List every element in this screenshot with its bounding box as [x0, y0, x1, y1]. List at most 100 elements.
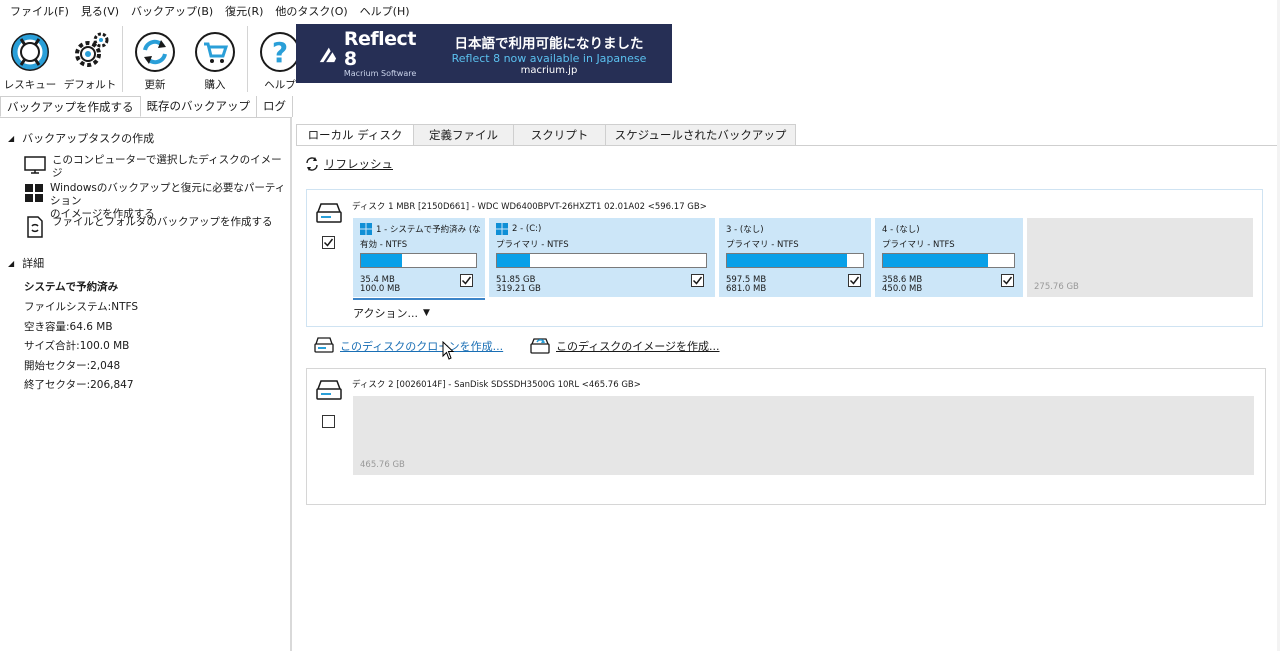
collapse-triangle-icon: ◢	[8, 258, 15, 268]
left-panel: ◢ バックアップタスクの作成 このコンピューターで選択したディスクのイメージ W…	[0, 118, 292, 651]
checkmark-icon	[849, 276, 860, 285]
monitor-icon	[24, 154, 46, 176]
reflect-logo-icon	[319, 47, 337, 62]
banner-brand-sub: Macrium Software	[343, 69, 417, 78]
partition-1-selected-indicator	[353, 298, 485, 300]
image-disk-link[interactable]: このディスクのイメージを作成...	[529, 336, 720, 356]
partition-3-usage-fill	[727, 254, 847, 267]
toolbar-separator	[122, 26, 123, 92]
partition-2-usage-bar	[496, 253, 707, 268]
disk-1-unallocated-size: 275.76 GB	[1034, 282, 1079, 292]
svg-text:?: ?	[272, 36, 288, 69]
promo-banner[interactable]: Reflect 8 Macrium Software 日本語で利用可能になりまし…	[296, 24, 672, 83]
tab-local-disk[interactable]: ローカル ディスク	[296, 124, 414, 146]
disk-1-panel[interactable]: ディスク 1 MBR [2150D661] - WDC WD6400BPVT-2…	[306, 189, 1263, 327]
hard-disk-icon	[316, 380, 342, 400]
tab-divider	[296, 145, 1280, 146]
right-tab-bar: ローカル ディスク 定義ファイル スクリプト スケジュールされたバックアップ	[296, 124, 796, 146]
menu-file[interactable]: ファイル(F)	[4, 0, 75, 24]
mouse-cursor-icon	[442, 341, 455, 360]
collapse-triangle-icon: ◢	[8, 133, 15, 143]
partition-4-type: プライマリ - NTFS	[882, 240, 955, 250]
tasks-header-label: バックアップタスクの作成	[22, 132, 155, 145]
windows-icon	[496, 223, 508, 235]
disk-2-unallocated[interactable]: 465.76 GB	[353, 396, 1254, 475]
partition-2-type: プライマリ - NTFS	[496, 240, 569, 250]
disk-1-unallocated[interactable]: 275.76 GB	[1027, 218, 1253, 297]
detail-name: システムで予約済み	[24, 281, 119, 293]
partition-4-checkbox[interactable]	[1001, 274, 1014, 287]
update-button[interactable]: 更新	[125, 24, 185, 94]
refresh-icon	[306, 157, 318, 171]
task-image-disk[interactable]: このコンピューターで選択したディスクのイメージ	[24, 154, 290, 180]
partition-2-title: 2 - (C:)	[496, 223, 541, 235]
refresh-label: リフレッシュ	[324, 157, 393, 171]
actions-menu-button[interactable]: アクション... ▼	[353, 305, 430, 321]
tab-scheduled-backups[interactable]: スケジュールされたバックアップ	[606, 124, 796, 146]
tab-existing-backups[interactable]: 既存のバックアップ	[141, 96, 257, 117]
menu-help[interactable]: ヘルプ(H)	[354, 0, 416, 24]
tasks-section-header[interactable]: ◢ バックアップタスクの作成	[8, 130, 154, 146]
clone-disk-label: このディスクのクローンを作成...	[340, 340, 504, 353]
image-disk-icon	[530, 338, 550, 354]
hard-disk-icon	[316, 203, 342, 223]
banner-japanese-text: 日本語で利用可能になりました	[454, 35, 644, 52]
banner-english-text: Reflect 8 now available in Japanese	[451, 51, 647, 65]
partition-3-checkbox[interactable]	[848, 274, 861, 287]
menu-backup[interactable]: バックアップ(B)	[125, 0, 219, 24]
file-sync-icon	[24, 216, 46, 238]
update-label: 更新	[144, 79, 166, 91]
partition-3[interactable]: 3 - (なし) プライマリ - NTFS 597.5 MB 681.0 MB	[719, 218, 871, 297]
partition-1-type: 有効 - NTFS	[360, 240, 408, 250]
toolbar: レスキュー デフォルト 更新 購入 ? ヘルプ	[0, 24, 310, 94]
partition-3-label: 3 - (なし)	[726, 225, 764, 235]
rescue-button[interactable]: レスキュー	[0, 24, 60, 94]
tab-scripts[interactable]: スクリプト	[514, 124, 606, 146]
default-button[interactable]: デフォルト	[60, 24, 120, 94]
menu-restore[interactable]: 復元(R)	[219, 0, 269, 24]
clone-disk-icon	[314, 337, 334, 353]
menu-bar: ファイル(F) 見る(V) バックアップ(B) 復元(R) 他のタスク(O) ヘ…	[0, 0, 1280, 24]
menu-view[interactable]: 見る(V)	[75, 0, 125, 24]
tab-log[interactable]: ログ	[257, 96, 293, 117]
task-file-folder-backup[interactable]: ファイルとフォルダのバックアップを作成する	[24, 216, 273, 238]
disk-2-checkbox[interactable]	[322, 415, 335, 428]
partition-4-usage-bar	[882, 253, 1015, 268]
clone-disk-link[interactable]: このディスクのクローンを作成...	[313, 336, 503, 356]
disk-2-panel[interactable]: ディスク 2 [0026014F] - SanDisk SDSSDH3500G …	[306, 368, 1266, 505]
refresh-link[interactable]: リフレッシュ	[304, 156, 393, 172]
partition-4-usage-fill	[883, 254, 988, 267]
tab-definition-files[interactable]: 定義ファイル	[414, 124, 514, 146]
buy-button[interactable]: 購入	[185, 24, 245, 94]
partition-2-total: 319.21 GB	[496, 284, 541, 294]
partition-1-title: 1 - システムで予約済み (な	[360, 223, 484, 235]
details-section-header[interactable]: ◢ 詳細	[8, 255, 44, 271]
disk-1-checkbox[interactable]	[322, 236, 335, 249]
caret-down-icon: ▼	[422, 308, 430, 318]
checkmark-icon	[461, 276, 472, 285]
lifebuoy-icon	[11, 33, 49, 71]
partition-3-type: プライマリ - NTFS	[726, 240, 799, 250]
detail-total-size: サイズ合計:100.0 MB	[24, 340, 130, 352]
partition-3-title: 3 - (なし)	[726, 223, 764, 235]
image-disk-label: このディスクのイメージを作成...	[556, 340, 720, 353]
default-label: デフォルト	[63, 79, 117, 91]
menu-other-tasks[interactable]: 他のタスク(O)	[269, 0, 353, 24]
partition-2[interactable]: 2 - (C:) プライマリ - NTFS 51.85 GB 319.21 GB	[489, 218, 715, 297]
partition-2-usage-fill	[497, 254, 531, 267]
details-header-label: 詳細	[22, 257, 45, 270]
detail-end-sector: 終了セクター:206,847	[24, 379, 134, 391]
partition-1-usage-bar	[360, 253, 477, 268]
windows-icon	[24, 182, 44, 204]
tab-create-backup[interactable]: バックアップを作成する	[0, 96, 141, 117]
partition-2-checkbox[interactable]	[691, 274, 704, 287]
buy-label: 購入	[204, 79, 226, 91]
partition-3-usage-bar	[726, 253, 864, 268]
partition-1-checkbox[interactable]	[460, 274, 473, 287]
partition-4-label: 4 - (なし)	[882, 225, 920, 235]
partition-1[interactable]: 1 - システムで予約済み (な 有効 - NTFS 35.4 MB 100.0…	[353, 218, 485, 297]
disk-2-unallocated-size: 465.76 GB	[360, 460, 405, 470]
banner-url: macrium.jp	[520, 64, 578, 76]
reflect-logo: Reflect 8 Macrium Software	[296, 24, 426, 83]
partition-4[interactable]: 4 - (なし) プライマリ - NTFS 358.6 MB 450.0 MB	[875, 218, 1023, 297]
